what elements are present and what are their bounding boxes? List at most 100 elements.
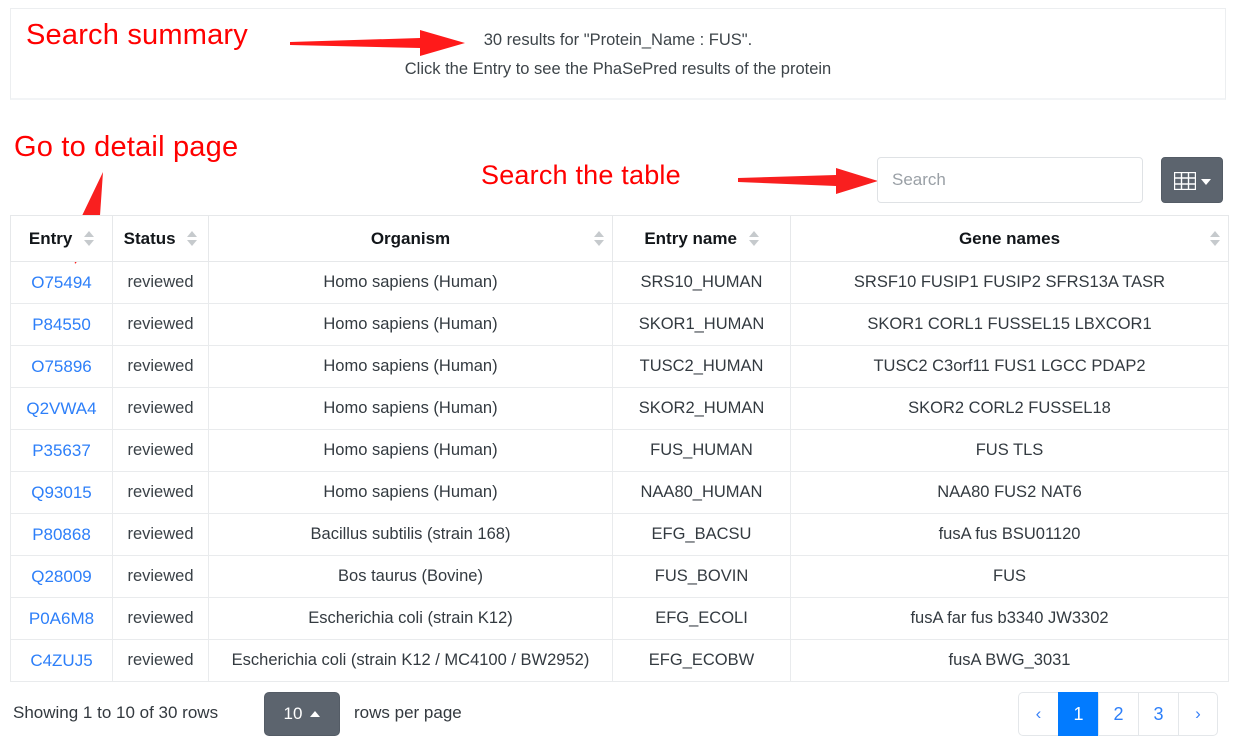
cell-status: reviewed — [112, 639, 209, 682]
column-header-gene-names[interactable]: Gene names — [790, 215, 1229, 262]
cell-entry: P35637 — [10, 429, 113, 472]
cell-organism: Homo sapiens (Human) — [208, 387, 613, 430]
table-row: O75494 reviewed Homo sapiens (Human) SRS10_… — [10, 261, 1229, 304]
cell-gene-names: SRSF10 FUSIP1 FUSIP2 SFRS13A TASR — [790, 261, 1229, 304]
cell-status: reviewed — [112, 597, 209, 640]
pagination-prev[interactable]: ‹ — [1018, 692, 1058, 736]
cell-entry: P80868 — [10, 513, 113, 556]
cell-entry: Q93015 — [10, 471, 113, 514]
cell-organism: Homo sapiens (Human) — [208, 345, 613, 388]
cell-entry-name: FUS_HUMAN — [612, 429, 791, 472]
table-row: Q28009 reviewed Bos taurus (Bovine) FUS_BOV… — [10, 555, 1229, 598]
entry-link[interactable]: O75896 — [31, 357, 92, 376]
cell-organism: Escherichia coli (strain K12 / MC4100 / … — [208, 639, 613, 682]
table-body: O75494 reviewed Homo sapiens (Human) SRS10_… — [10, 261, 1229, 682]
cell-entry-name: SKOR1_HUMAN — [612, 303, 791, 346]
cell-entry-name: TUSC2_HUMAN — [612, 345, 791, 388]
table-toolbar — [877, 157, 1224, 205]
cell-organism: Homo sapiens (Human) — [208, 303, 613, 346]
annotation-go-to-detail: Go to detail page — [14, 131, 239, 163]
cell-entry: P0A6M8 — [10, 597, 113, 640]
annotation-arrow-search-the-table — [738, 168, 878, 194]
column-header-status[interactable]: Status — [112, 215, 209, 262]
sort-icon[interactable] — [187, 231, 198, 247]
entry-link[interactable]: Q2VWA4 — [26, 399, 96, 418]
cell-entry-name: EFG_BACSU — [612, 513, 791, 556]
table-row: P80868 reviewed Bacillus subtilis (strain … — [10, 513, 1229, 556]
cell-status: reviewed — [112, 387, 209, 430]
cell-gene-names: NAA80 FUS2 NAT6 — [790, 471, 1229, 514]
table-search-input[interactable] — [877, 157, 1143, 203]
results-page: 30 results for "Protein_Name : FUS". Cli… — [0, 0, 1238, 755]
cell-organism: Bos taurus (Bovine) — [208, 555, 613, 598]
columns-toggle-button[interactable] — [1161, 157, 1224, 203]
chevron-up-icon — [310, 710, 321, 717]
cell-gene-names: FUS TLS — [790, 429, 1229, 472]
table-row: C4ZUJ5 reviewed Escherichia coli (strain K… — [10, 639, 1229, 682]
sort-icon[interactable] — [594, 231, 604, 247]
cell-gene-names: fusA far fus b3340 JW3302 — [790, 597, 1229, 640]
cell-entry: Q28009 — [10, 555, 113, 598]
pagination-page-3[interactable]: 3 — [1138, 692, 1178, 736]
chevron-down-icon — [1201, 179, 1212, 185]
cell-status: reviewed — [112, 429, 209, 472]
entry-link[interactable]: P35637 — [32, 441, 91, 460]
results-table-wrapper: Entry Status Organism Entry name Gene na… — [10, 215, 1229, 682]
cell-entry: O75896 — [10, 345, 113, 388]
entry-link[interactable]: Q28009 — [31, 567, 92, 586]
cell-status: reviewed — [112, 471, 209, 514]
table-row: P84550 reviewed Homo sapiens (Human) SKOR1_… — [10, 303, 1229, 346]
grid-icon — [1174, 171, 1197, 195]
table-row: Q93015 reviewed Homo sapiens (Human) NAA80_… — [10, 471, 1229, 514]
entry-link[interactable]: O75494 — [31, 273, 92, 292]
cell-gene-names: SKOR2 CORL2 FUSSEL18 — [790, 387, 1229, 430]
entry-link[interactable]: C4ZUJ5 — [30, 651, 92, 670]
cell-entry-name: SKOR2_HUMAN — [612, 387, 791, 430]
results-hint-text: Click the Entry to see the PhaSePred res… — [404, 60, 832, 78]
cell-gene-names: FUS — [790, 555, 1229, 598]
annotation-search-summary: Search summary — [26, 19, 248, 51]
cell-entry: Q2VWA4 — [10, 387, 113, 430]
sort-icon[interactable] — [84, 231, 95, 247]
entry-link[interactable]: P0A6M8 — [29, 609, 94, 628]
table-footer: Showing 1 to 10 of 30 rows 10 rows per p… — [10, 692, 1228, 748]
cell-gene-names: fusA fus BSU01120 — [790, 513, 1229, 556]
cell-gene-names: fusA BWG_3031 — [790, 639, 1229, 682]
pagination-next[interactable]: › — [1178, 692, 1218, 736]
cell-entry: O75494 — [10, 261, 113, 304]
cell-entry-name: SRS10_HUMAN — [612, 261, 791, 304]
cell-entry: C4ZUJ5 — [10, 639, 113, 682]
cell-gene-names: TUSC2 C3orf11 FUS1 LGCC PDAP2 — [790, 345, 1229, 388]
cell-organism: Homo sapiens (Human) — [208, 429, 613, 472]
page-size-value: 10 — [283, 704, 303, 723]
cell-status: reviewed — [112, 345, 209, 388]
entry-link[interactable]: P80868 — [32, 525, 91, 544]
sort-icon[interactable] — [1210, 231, 1220, 247]
cell-gene-names: SKOR1 CORL1 FUSSEL15 LBXCOR1 — [790, 303, 1229, 346]
cell-organism: Bacillus subtilis (strain 168) — [208, 513, 613, 556]
table-row: Q2VWA4 reviewed Homo sapiens (Human) SKOR2_… — [10, 387, 1229, 430]
column-header-entry-name[interactable]: Entry name — [612, 215, 791, 262]
pagination-page-1[interactable]: 1 — [1058, 692, 1098, 736]
entry-link[interactable]: Q93015 — [31, 483, 92, 502]
column-header-entry[interactable]: Entry — [10, 215, 113, 262]
entry-link[interactable]: P84550 — [32, 315, 91, 334]
cell-status: reviewed — [112, 303, 209, 346]
showing-rows-text: Showing 1 to 10 of 30 rows — [13, 703, 219, 722]
sort-icon[interactable] — [748, 231, 759, 247]
column-label: Organism — [370, 228, 451, 248]
cell-entry-name: NAA80_HUMAN — [612, 471, 791, 514]
cell-status: reviewed — [112, 513, 209, 556]
column-label: Gene names — [958, 228, 1061, 248]
cell-status: reviewed — [112, 261, 209, 304]
cell-organism: Homo sapiens (Human) — [208, 471, 613, 514]
column-header-organism[interactable]: Organism — [208, 215, 613, 262]
cell-entry-name: EFG_ECOLI — [612, 597, 791, 640]
column-label: Status — [123, 228, 176, 248]
rows-per-page-label: rows per page — [354, 703, 462, 722]
column-label: Entry name — [644, 228, 737, 248]
page-size-dropdown[interactable]: 10 — [264, 692, 340, 736]
annotation-search-the-table: Search the table — [481, 160, 681, 190]
table-row: P35637 reviewed Homo sapiens (Human) FUS_HU… — [10, 429, 1229, 472]
pagination-page-2[interactable]: 2 — [1098, 692, 1138, 736]
